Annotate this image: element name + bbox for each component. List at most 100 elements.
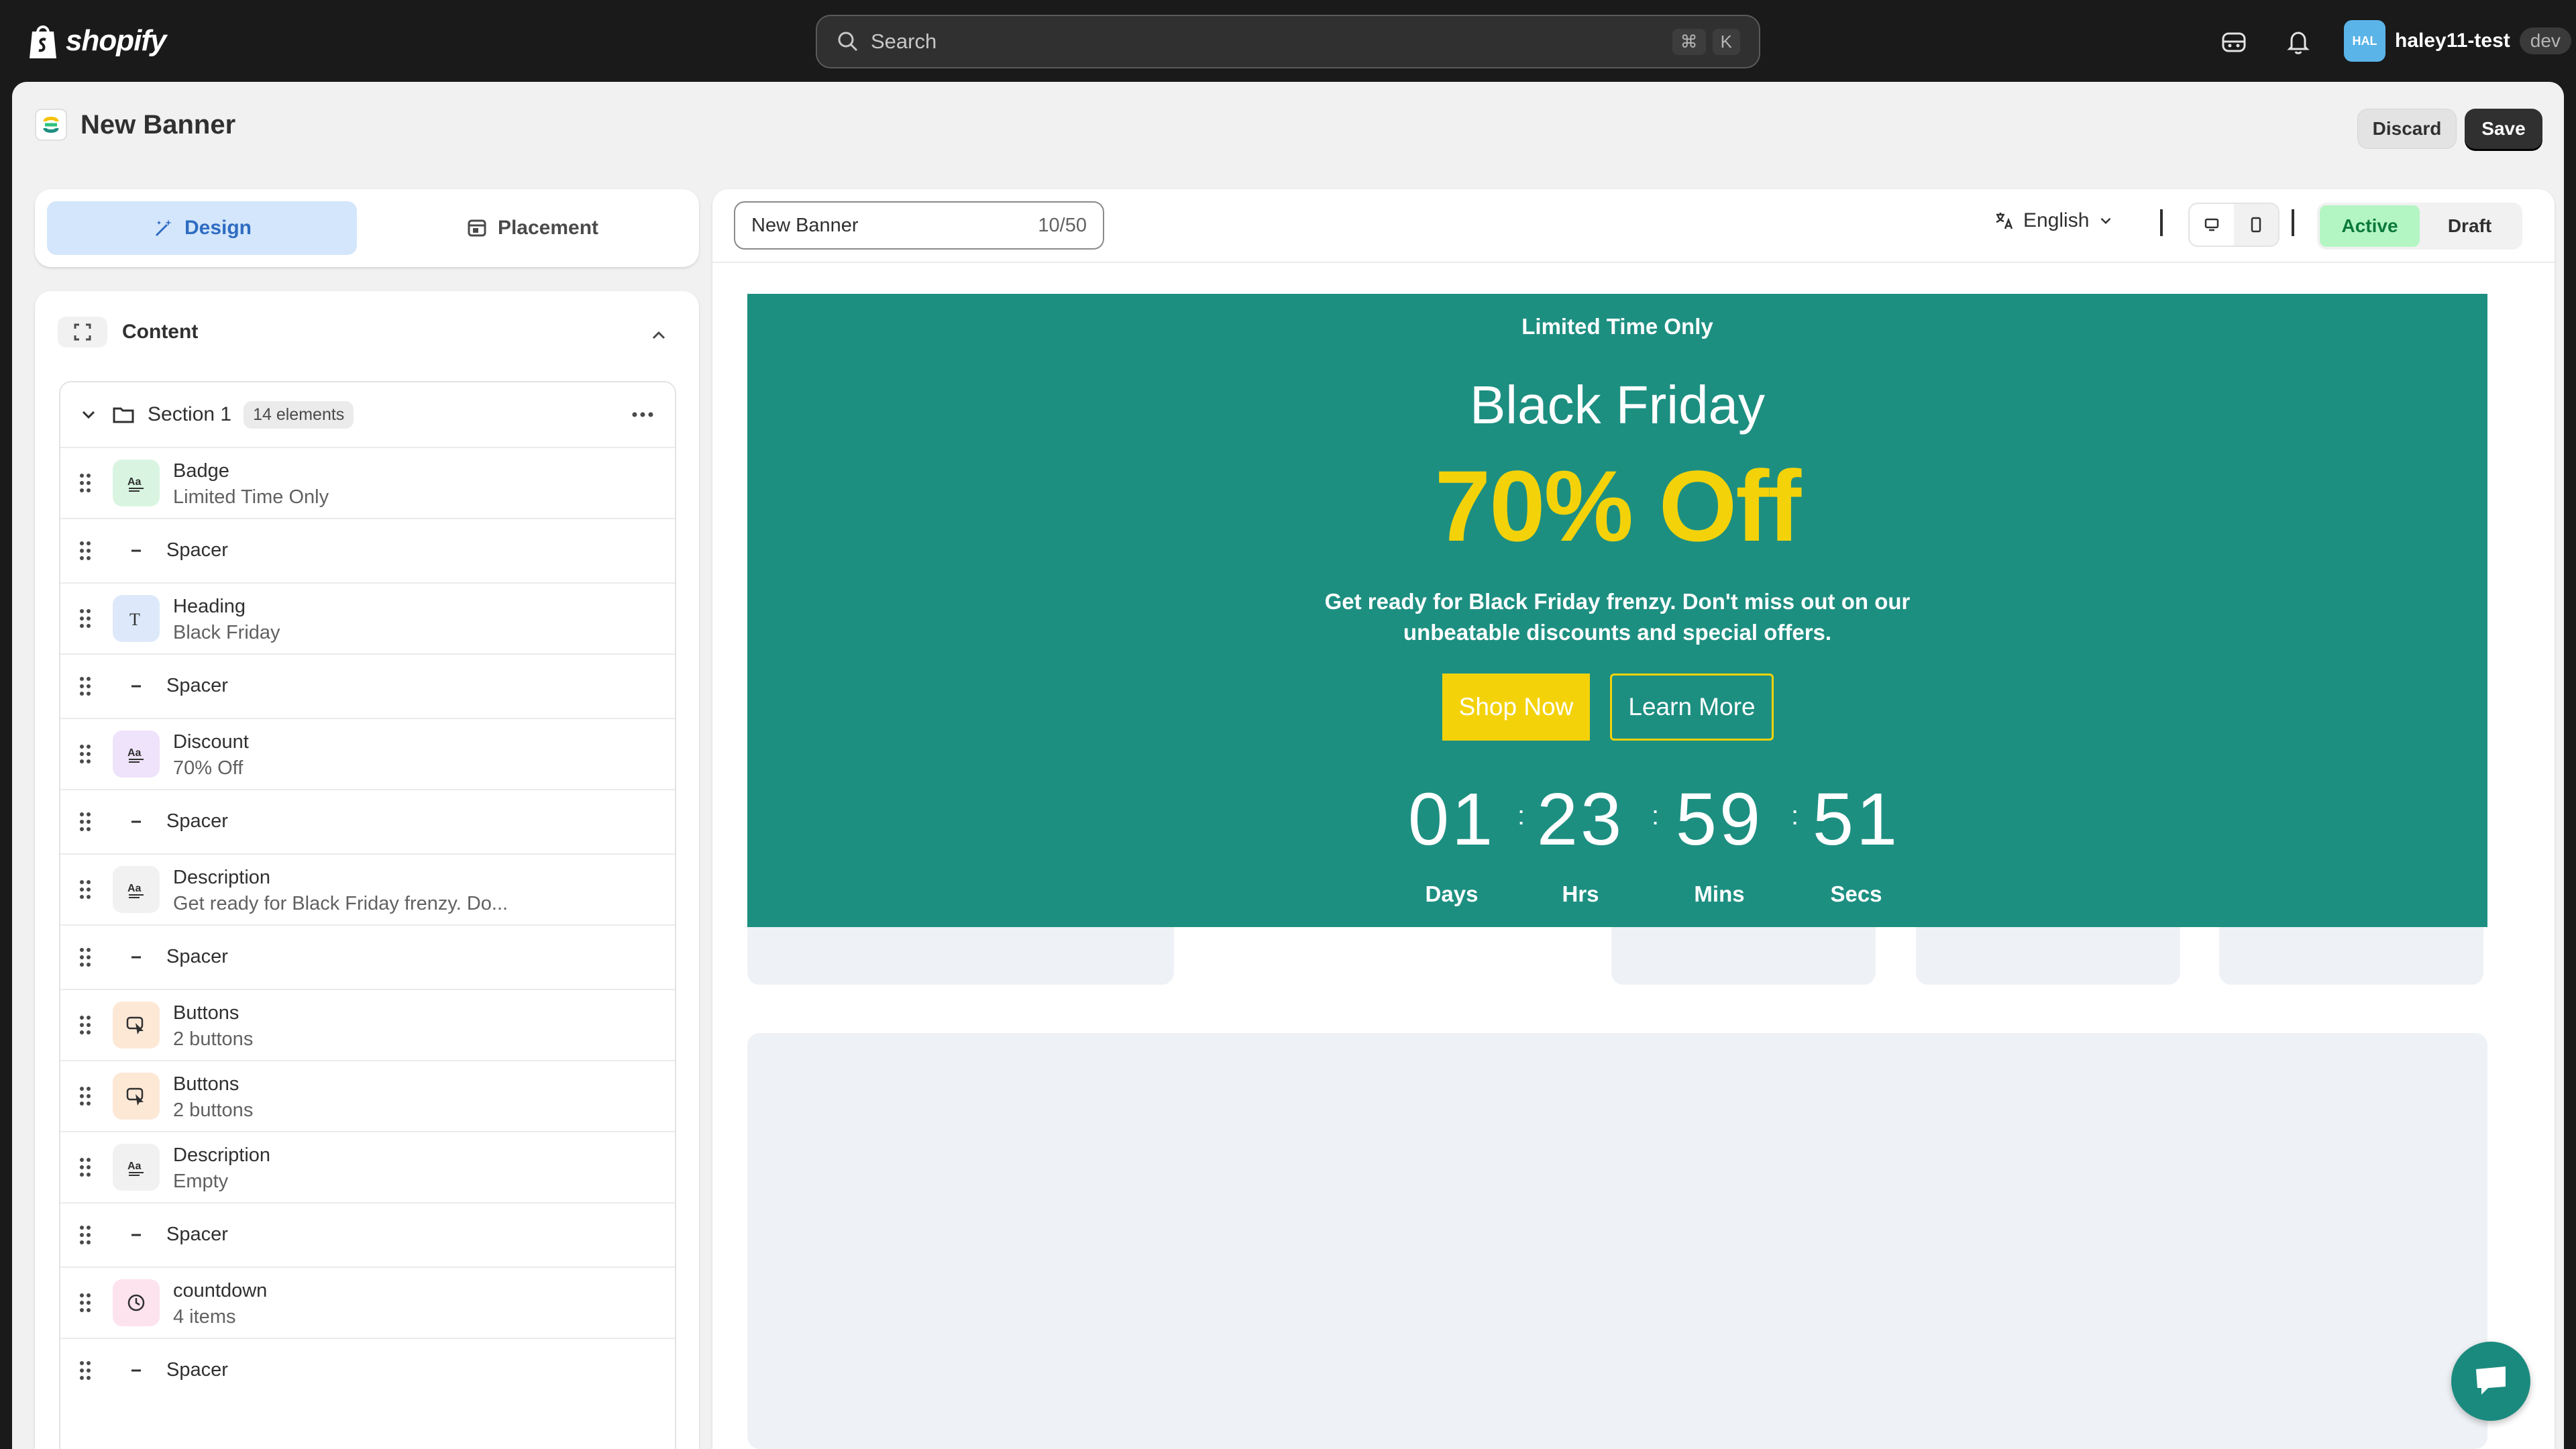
element-list: Aa Badge Limited Time Only Spacer T Heading Bl… bbox=[60, 447, 675, 1402]
chevron-up-icon[interactable] bbox=[648, 325, 669, 346]
minus-icon bbox=[113, 934, 160, 981]
shopify-bag-icon bbox=[30, 25, 56, 58]
shortcut-cmd-key: ⌘ bbox=[1672, 28, 1706, 55]
element-row[interactable]: Aa Description Get ready for Black Friday … bbox=[60, 853, 675, 924]
element-row[interactable]: Spacer bbox=[60, 653, 675, 718]
drag-handle-icon[interactable] bbox=[78, 743, 93, 765]
toolbar-divider bbox=[2292, 209, 2294, 236]
svg-text:Aa: Aa bbox=[127, 883, 142, 894]
element-text: Description Empty bbox=[173, 1143, 270, 1195]
element-row[interactable]: Spacer bbox=[60, 789, 675, 853]
drag-handle-icon[interactable] bbox=[78, 946, 93, 969]
chat-button[interactable] bbox=[2451, 1342, 2530, 1421]
tab-design-label: Design bbox=[184, 217, 252, 239]
minus-icon bbox=[113, 798, 160, 845]
drag-handle-icon[interactable] bbox=[78, 1359, 93, 1382]
countdown-seconds: 51 bbox=[1812, 778, 1900, 861]
account-name: haley11-test bbox=[2395, 30, 2510, 52]
page-header: New Banner bbox=[35, 109, 235, 141]
element-row[interactable]: T Heading Black Friday bbox=[60, 582, 675, 653]
editor-tabs: Design Placement bbox=[35, 189, 699, 267]
tab-design[interactable]: Design bbox=[47, 201, 357, 255]
env-badge: dev bbox=[2519, 28, 2571, 54]
drag-handle-icon[interactable] bbox=[78, 539, 93, 562]
element-row[interactable]: Buttons 2 buttons bbox=[60, 1060, 675, 1131]
drag-handle-icon[interactable] bbox=[78, 1291, 93, 1314]
shopify-logo[interactable]: shopify bbox=[27, 20, 166, 62]
status-active-button[interactable]: Active bbox=[2320, 205, 2420, 247]
element-name: Description bbox=[173, 867, 271, 888]
banner-heading: Black Friday bbox=[1469, 375, 1766, 435]
element-text: Badge Limited Time Only bbox=[173, 459, 329, 511]
cursor-icon bbox=[113, 1073, 160, 1120]
element-name: Spacer bbox=[166, 810, 228, 832]
element-name: countdown bbox=[173, 1280, 268, 1301]
main-frame: New Banner Discard Save Design Placement bbox=[12, 82, 2564, 1449]
element-subtitle: Get ready for Black Friday frenzy. Do... bbox=[173, 893, 508, 914]
banner-badge: Limited Time Only bbox=[1521, 314, 1713, 339]
element-row[interactable]: Aa Badge Limited Time Only bbox=[60, 447, 675, 518]
element-row[interactable]: Spacer bbox=[60, 924, 675, 989]
drag-handle-icon[interactable] bbox=[78, 1085, 93, 1108]
countdown-hours-label: Hrs bbox=[1562, 881, 1599, 906]
element-row[interactable]: Spacer bbox=[60, 1202, 675, 1267]
app-logo-icon bbox=[35, 109, 67, 141]
text-icon: Aa bbox=[113, 731, 160, 777]
bell-icon[interactable] bbox=[2284, 27, 2313, 56]
desktop-view-button[interactable] bbox=[2190, 204, 2234, 246]
element-row[interactable]: Spacer bbox=[60, 1338, 675, 1402]
status-draft-button[interactable]: Draft bbox=[2420, 205, 2520, 247]
tab-placement[interactable]: Placement bbox=[377, 201, 687, 255]
save-button[interactable]: Save bbox=[2465, 109, 2542, 149]
content-header[interactable]: Content bbox=[58, 317, 198, 347]
banner-preview[interactable]: Limited Time Only Black Friday 70% Off G… bbox=[747, 294, 2487, 927]
element-name: Badge bbox=[173, 460, 229, 482]
desktop-icon bbox=[2204, 218, 2219, 231]
element-text: Spacer bbox=[166, 809, 228, 833]
chevron-down-icon[interactable] bbox=[78, 404, 99, 425]
element-text: countdown 4 items bbox=[173, 1279, 267, 1331]
element-row[interactable]: Aa Description Empty bbox=[60, 1131, 675, 1202]
shop-now-button[interactable]: Shop Now bbox=[1442, 674, 1590, 741]
frame-icon bbox=[58, 317, 107, 347]
drag-handle-icon[interactable] bbox=[78, 607, 93, 630]
toolbar-divider bbox=[2160, 209, 2163, 236]
language-selector[interactable]: English bbox=[1994, 209, 2114, 232]
element-name: Buttons bbox=[173, 1002, 239, 1024]
minus-icon bbox=[113, 1347, 160, 1394]
section-header[interactable]: Section 1 14 elements bbox=[60, 382, 675, 447]
element-row[interactable]: Aa Discount 70% Off bbox=[60, 718, 675, 789]
drag-handle-icon[interactable] bbox=[78, 1156, 93, 1179]
section-title: Section 1 bbox=[148, 403, 232, 425]
layout-icon bbox=[468, 219, 486, 237]
element-name: Description bbox=[173, 1144, 271, 1166]
element-name: Spacer bbox=[166, 675, 228, 696]
avatar: HAL bbox=[2344, 20, 2385, 62]
store-agent-icon[interactable] bbox=[2219, 27, 2249, 56]
element-text: Spacer bbox=[166, 674, 228, 698]
mobile-view-button[interactable] bbox=[2234, 204, 2278, 246]
learn-more-button[interactable]: Learn More bbox=[1610, 674, 1774, 741]
drag-handle-icon[interactable] bbox=[78, 878, 93, 901]
banner-name-input[interactable]: New Banner 10/50 bbox=[734, 201, 1104, 250]
drag-handle-icon[interactable] bbox=[78, 472, 93, 494]
banner-description: Get ready for Black Friday frenzy. Don't… bbox=[1324, 589, 1911, 645]
placeholder-block bbox=[1611, 927, 1876, 985]
element-row[interactable]: Spacer bbox=[60, 518, 675, 582]
clock-icon bbox=[113, 1279, 160, 1326]
element-row[interactable]: countdown 4 items bbox=[60, 1267, 675, 1338]
element-row[interactable]: Buttons 2 buttons bbox=[60, 989, 675, 1060]
drag-handle-icon[interactable] bbox=[78, 1014, 93, 1036]
element-subtitle: Limited Time Only bbox=[173, 486, 329, 508]
more-options-icon[interactable] bbox=[629, 404, 656, 425]
drag-handle-icon[interactable] bbox=[78, 675, 93, 698]
search-bar[interactable]: Search ⌘ K bbox=[816, 15, 1760, 68]
chat-icon bbox=[2476, 1366, 2506, 1395]
account-menu[interactable]: HAL haley11-test dev bbox=[2344, 20, 2571, 62]
element-text: Spacer bbox=[166, 1222, 228, 1246]
element-subtitle: 70% Off bbox=[173, 757, 244, 779]
drag-handle-icon[interactable] bbox=[78, 1224, 93, 1246]
discard-button[interactable]: Discard bbox=[2357, 109, 2457, 149]
page-title: New Banner bbox=[80, 109, 236, 140]
drag-handle-icon[interactable] bbox=[78, 810, 93, 833]
